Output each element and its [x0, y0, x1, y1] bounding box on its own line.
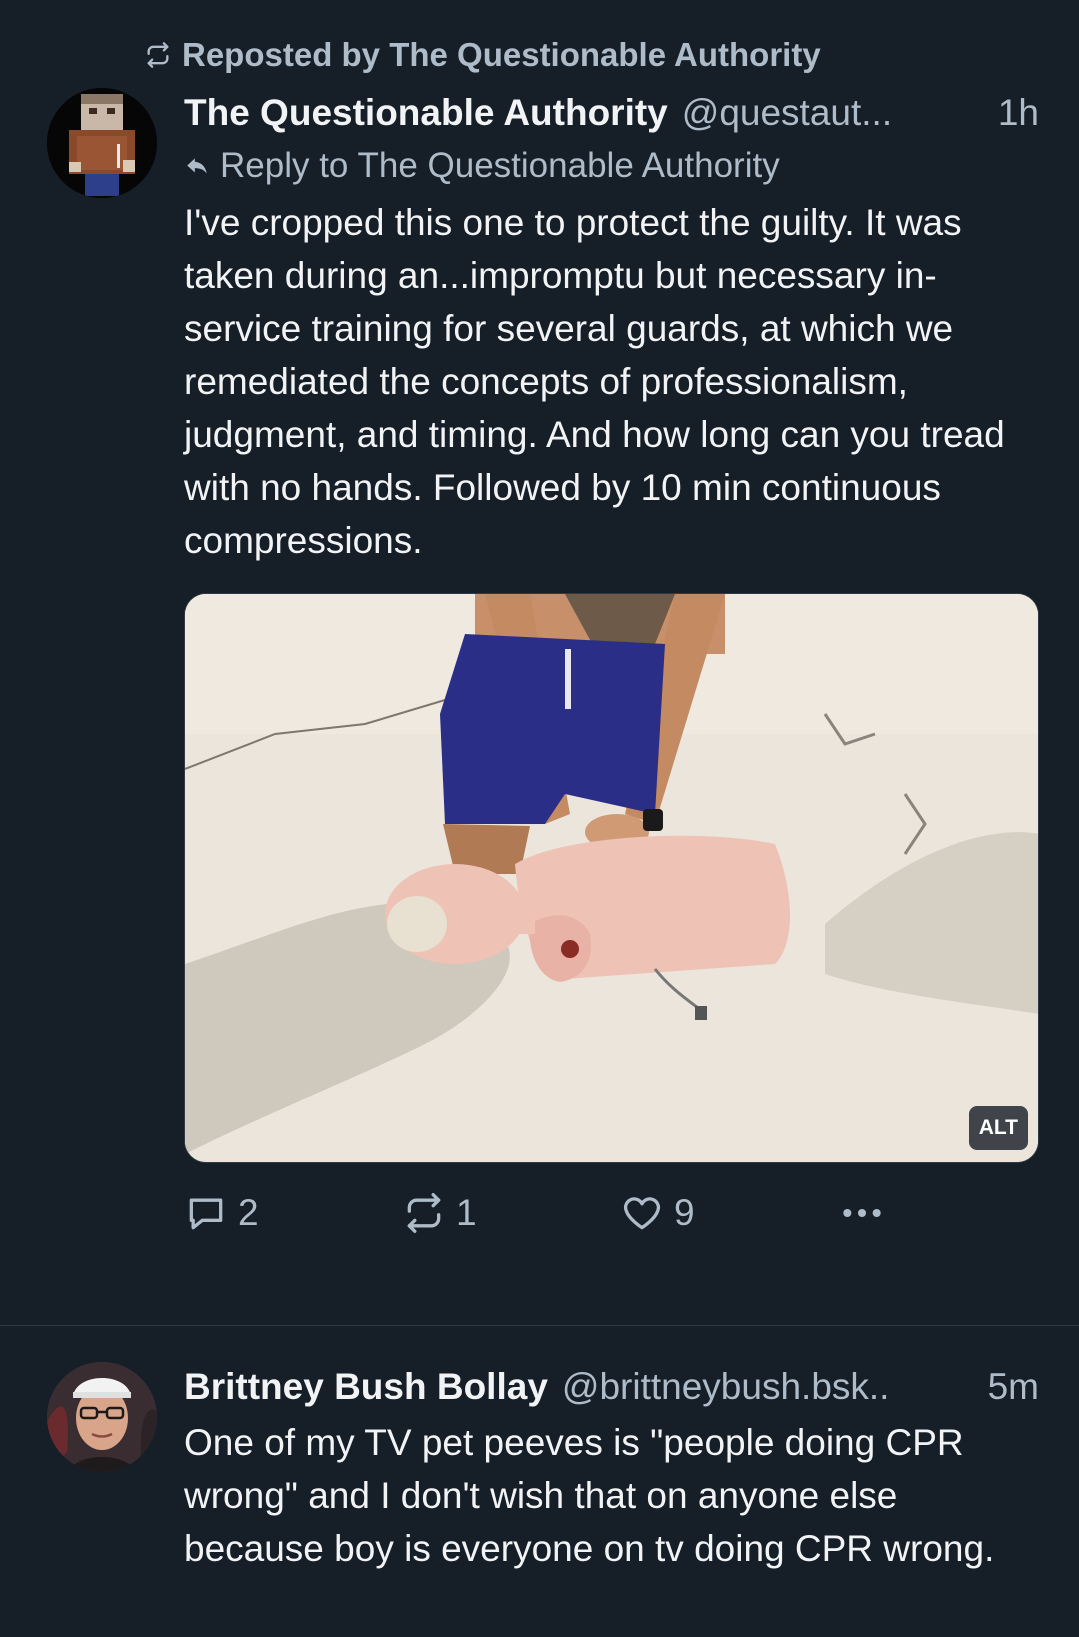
reply-button[interactable]: 2 [184, 1191, 259, 1235]
post-header: Brittney Bush Bollay @brittneybush.bsk..… [184, 1362, 1039, 1412]
post-image[interactable]: ALT [184, 593, 1039, 1163]
repost-icon [147, 42, 169, 68]
feed: Reposted by The Questionable Authority T… [0, 0, 1079, 1637]
post-content: The Questionable Authority @questaut... … [184, 88, 1039, 1241]
like-button[interactable]: 9 [620, 1191, 695, 1235]
post-reposted[interactable]: Reposted by The Questionable Authority T… [0, 0, 1079, 1325]
repost-icon [407, 1193, 441, 1233]
more-options-button[interactable] [838, 1191, 886, 1235]
timestamp[interactable]: 1h [998, 88, 1039, 138]
repost-indicator[interactable]: Reposted by The Questionable Authority [144, 36, 821, 74]
post-content: Brittney Bush Bollay @brittneybush.bsk..… [184, 1362, 1039, 1575]
reply-to-indicator[interactable]: Reply to The Questionable Authority [184, 142, 1039, 190]
post-text: One of my TV pet peeves is "people doing… [184, 1422, 995, 1569]
avatar[interactable] [47, 88, 157, 198]
heart-icon [623, 1197, 661, 1230]
post-text: I've cropped this one to protect the gui… [184, 202, 1005, 561]
more-options-icon [843, 1208, 881, 1218]
reply-count: 2 [238, 1192, 259, 1233]
repost-button[interactable]: 1 [402, 1191, 477, 1235]
post-header: The Questionable Authority @questaut... … [184, 88, 1039, 138]
display-name[interactable]: Brittney Bush Bollay [184, 1362, 548, 1412]
timestamp[interactable]: 5m [988, 1362, 1039, 1412]
post-actions: 2 1 9 [184, 1191, 1039, 1241]
reply-icon [189, 1198, 223, 1230]
alt-text-badge[interactable]: ALT [968, 1106, 1028, 1150]
reply-to-label: Reply to The Questionable Authority [220, 146, 780, 185]
cpr-training-photo [185, 594, 1038, 1162]
avatar-image [47, 88, 157, 198]
handle[interactable]: @brittneybush.bsk.. [562, 1362, 972, 1412]
repost-label: Reposted by The Questionable Authority [182, 36, 821, 73]
reply-arrow-icon [187, 158, 207, 174]
like-count: 9 [674, 1192, 695, 1233]
avatar[interactable] [47, 1362, 157, 1472]
handle[interactable]: @questaut... [682, 88, 982, 138]
display-name[interactable]: The Questionable Authority [184, 88, 668, 138]
repost-count: 1 [456, 1192, 477, 1233]
post[interactable]: Brittney Bush Bollay @brittneybush.bsk..… [0, 1326, 1079, 1637]
avatar-image [47, 1362, 157, 1472]
